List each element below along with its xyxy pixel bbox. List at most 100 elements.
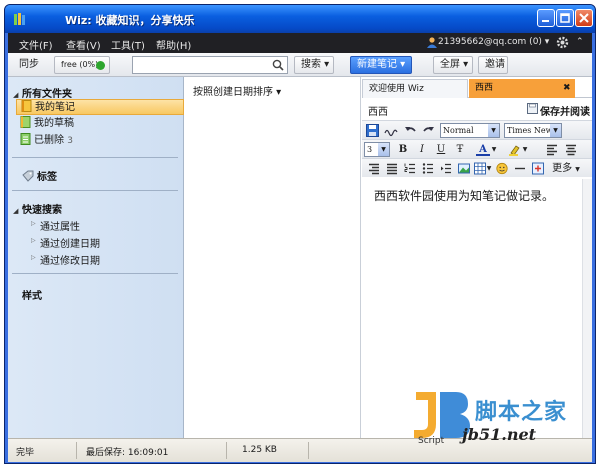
image-icon[interactable] <box>458 162 470 175</box>
quick-search-by-attribute[interactable]: ▷ 通过属性 <box>31 218 80 233</box>
align-center-icon[interactable] <box>565 143 577 156</box>
font-family-select[interactable]: Times New ▼ <box>504 123 562 138</box>
all-folders-header[interactable]: ◢ 所有文件夹 <box>13 85 72 100</box>
chevron-down-icon[interactable]: ▼ <box>486 162 492 175</box>
justify-icon[interactable] <box>386 162 398 175</box>
note-title-row: 西西 保存并阅读 <box>362 101 592 118</box>
emoji-icon[interactable] <box>496 162 508 175</box>
chevron-down-icon: ▼ <box>488 124 499 137</box>
minimize-button[interactable] <box>537 9 555 27</box>
underline-button[interactable]: U <box>436 143 446 156</box>
bullet-list-icon[interactable] <box>422 162 434 175</box>
tags-header[interactable]: 标签 <box>22 168 57 183</box>
numbered-list-icon[interactable] <box>404 162 416 175</box>
indent-icon[interactable] <box>440 162 452 175</box>
close-tab-icon[interactable]: ✖ <box>563 83 571 93</box>
tags-label: 标签 <box>37 172 57 183</box>
search-button[interactable]: 搜索 ▾ <box>294 56 334 74</box>
insert-link-icon[interactable] <box>532 162 544 175</box>
font-size-value: 3 <box>367 145 373 154</box>
storage-usage-label: free (0%) <box>61 60 99 69</box>
more-button[interactable]: 更多 ▼ <box>548 162 584 175</box>
expand-arrow-icon: ▷ <box>31 254 36 261</box>
chevron-down-icon: ▼ <box>550 124 561 137</box>
note-title-field[interactable]: 西西 <box>368 103 388 118</box>
save-and-read-button[interactable]: 保存并阅读 <box>540 103 590 118</box>
folder-item-deleted[interactable]: 已删除 3 <box>20 133 180 149</box>
quick-search-by-modified-date[interactable]: ▷ 通过修改日期 <box>31 252 100 267</box>
italic-button[interactable]: I <box>417 143 427 156</box>
sync-button[interactable]: 同步 <box>12 56 46 74</box>
menu-file[interactable]: 文件(F) <box>19 37 53 52</box>
bold-button[interactable]: B <box>398 143 408 156</box>
save-icon[interactable] <box>366 124 379 137</box>
collapse-icon[interactable]: ⌃ <box>576 37 584 47</box>
align-left-icon[interactable] <box>546 143 558 156</box>
handwriting-icon[interactable] <box>384 124 399 137</box>
tab-xixi[interactable]: 西西 <box>469 79 575 98</box>
paragraph-style-value: Normal <box>443 126 474 135</box>
format-toolbar-row-3: ▼ 更多 ▼ <box>362 158 592 177</box>
folder-item-my-notes[interactable]: 我的笔记 <box>16 99 184 115</box>
expand-arrow-icon: ◢ <box>13 91 19 99</box>
folder-item-drafts[interactable]: 我的草稿 <box>20 116 180 132</box>
quick-search-item-label: 通过属性 <box>40 222 80 233</box>
quick-search-label: 快速搜索 <box>22 205 62 216</box>
gear-icon[interactable] <box>556 36 569 49</box>
close-icon <box>579 13 589 23</box>
quick-search-item-label: 通过修改日期 <box>40 256 100 267</box>
tab-welcome[interactable]: 欢迎使用 Wiz <box>362 79 468 98</box>
folder-sidebar: ◢ 所有文件夹 我的笔记 我的草稿 已删除 3 标签 ◢ 快速搜索 ▷ 通过属性 ▷ 通… <box>8 77 184 438</box>
menu-help[interactable]: 帮助(H) <box>156 37 191 52</box>
menu-view[interactable]: 查看(V) <box>66 37 101 52</box>
quick-search-by-created-date[interactable]: ▷ 通过创建日期 <box>31 235 100 250</box>
font-size-select[interactable]: 3 ▼ <box>364 142 390 157</box>
status-divider <box>76 442 77 459</box>
expand-arrow-icon: ▷ <box>31 220 36 227</box>
font-family-value: Times New <box>507 126 553 135</box>
expand-arrow-icon: ◢ <box>13 207 19 215</box>
notebook-icon <box>21 100 32 112</box>
storage-usage-badge[interactable]: free (0%) <box>54 56 110 74</box>
menu-tools[interactable]: 工具(T) <box>111 37 145 52</box>
chevron-down-icon: ▼ <box>378 143 389 156</box>
chevron-down-icon[interactable]: ▼ <box>522 143 528 156</box>
redo-icon[interactable] <box>422 124 435 137</box>
font-color-button[interactable]: A <box>476 143 490 156</box>
strikethrough-button[interactable]: Ŧ <box>455 143 465 156</box>
folder-label: 我的草稿 <box>34 118 74 129</box>
close-window-button[interactable] <box>575 9 593 27</box>
maximize-icon <box>560 13 570 23</box>
new-note-button[interactable]: 新建笔记 ▾ <box>350 56 412 74</box>
maximize-button[interactable] <box>556 9 574 27</box>
status-divider <box>226 442 227 459</box>
search-icon[interactable] <box>272 59 284 71</box>
align-right-icon[interactable] <box>368 162 380 175</box>
paragraph-style-select[interactable]: Normal ▼ <box>440 123 500 138</box>
chevron-down-icon: ▼ <box>575 166 580 173</box>
table-icon[interactable] <box>474 162 486 175</box>
sidebar-divider <box>12 157 178 158</box>
app-logo-icon <box>14 13 25 25</box>
user-icon <box>427 37 437 48</box>
chevron-down-icon[interactable]: ▼ <box>491 143 497 156</box>
horizontal-rule-icon[interactable] <box>514 162 526 175</box>
quick-search-header[interactable]: ◢ 快速搜索 <box>13 201 62 216</box>
title-bar[interactable]: Wiz: 收藏知识，分享快乐 <box>5 5 595 33</box>
styles-label: 样式 <box>22 291 42 302</box>
account-menu[interactable]: 21395662@qq.com (0) ▾ <box>438 37 549 47</box>
search-input[interactable] <box>132 56 288 74</box>
highlight-icon[interactable] <box>508 143 522 156</box>
note-body[interactable]: 西西软件园使用为知笔记做记录。 <box>374 187 554 204</box>
main-toolbar: 同步 free (0%) 搜索 ▾ 新建笔记 ▾ 全屏 ▾ 邀请 <box>8 53 592 77</box>
styles-header[interactable]: 样式 <box>22 287 42 302</box>
format-toolbar-row-1: Normal ▼ Times New ▼ <box>362 120 592 139</box>
folder-label: 我的笔记 <box>35 102 75 113</box>
fullscreen-button[interactable]: 全屏 ▾ <box>433 56 473 74</box>
invite-button[interactable]: 邀请 <box>478 56 508 74</box>
note-size: 1.25 KB <box>242 445 277 455</box>
sort-dropdown[interactable]: 按照创建日期排序 ▾ <box>193 83 281 98</box>
deleted-count: 3 <box>67 136 73 146</box>
undo-icon[interactable] <box>404 124 417 137</box>
note-list-panel: 按照创建日期排序 ▾ <box>185 77 361 438</box>
